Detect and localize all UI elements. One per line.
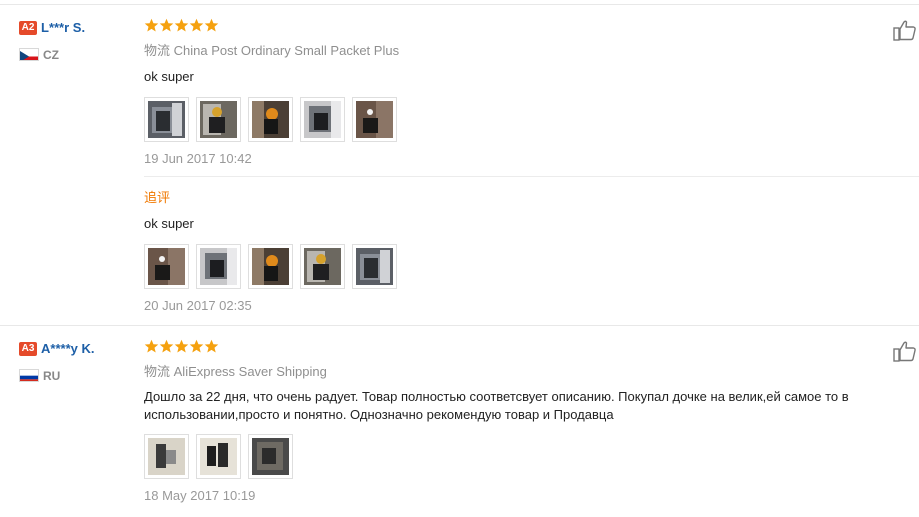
star-icon — [204, 18, 219, 32]
review-item: A3 A****y K. RU 物流 AliExpress Saver Shipp… — [0, 326, 919, 517]
review-text: Дошло за 22 дня, что очень радует. Товар… — [144, 389, 849, 422]
followup-divider — [144, 176, 919, 177]
review-date: 18 May 2017 10:19 — [144, 488, 256, 503]
review-photo-thumbnail[interactable] — [144, 434, 189, 479]
followup-text: ok super — [144, 216, 194, 231]
review-item: A2 L***r S. CZ 物流 China Post Ordinary Sma… — [0, 5, 919, 325]
review-content: 物流 AliExpress Saver Shipping Дошло за 22… — [144, 339, 904, 503]
review-photo-thumbnail[interactable] — [352, 97, 397, 142]
star-icon — [159, 18, 174, 32]
review-text: ok super — [144, 69, 194, 84]
review-photo-thumbnail[interactable] — [248, 434, 293, 479]
review-photos — [144, 97, 904, 142]
shipping-method: AliExpress Saver Shipping — [173, 364, 327, 379]
followup-date: 20 Jun 2017 02:35 — [144, 298, 252, 313]
thumbs-up-icon[interactable] — [893, 19, 917, 41]
review-content: 物流 China Post Ordinary Small Packet Plus… — [144, 18, 919, 313]
reviewer-info: A2 L***r S. CZ — [19, 19, 134, 62]
followup-label: 追评 — [144, 190, 171, 205]
country-code: CZ — [43, 47, 59, 62]
star-rating — [144, 339, 904, 357]
shipping-method: China Post Ordinary Small Packet Plus — [173, 43, 400, 58]
review-photo-thumbnail[interactable] — [144, 97, 189, 142]
level-badge: A2 — [19, 20, 37, 35]
star-icon — [174, 339, 189, 353]
review-date: 19 Jun 2017 10:42 — [144, 151, 252, 166]
star-icon — [189, 18, 204, 32]
star-icon — [159, 339, 174, 353]
review-photo-thumbnail[interactable] — [248, 244, 293, 289]
reviewer-name[interactable]: L***r S. — [41, 20, 85, 35]
star-icon — [144, 18, 159, 32]
star-icon — [204, 339, 219, 353]
review-photo-thumbnail[interactable] — [144, 244, 189, 289]
star-rating — [144, 18, 904, 36]
ru-flag-icon — [19, 369, 39, 383]
shipping-info: 物流 AliExpress Saver Shipping — [144, 361, 904, 379]
review-photo-thumbnail[interactable] — [300, 97, 345, 142]
review-photo-thumbnail[interactable] — [196, 244, 241, 289]
reviewer-info: A3 A****y K. RU — [19, 340, 134, 383]
star-icon — [144, 339, 159, 353]
cz-flag-icon — [19, 48, 39, 62]
country-code: RU — [43, 368, 61, 383]
reviewer-country: CZ — [19, 46, 134, 62]
review-photo-thumbnail[interactable] — [300, 244, 345, 289]
shipping-info: 物流 China Post Ordinary Small Packet Plus — [144, 40, 904, 58]
thumbs-up-icon[interactable] — [893, 340, 917, 362]
star-icon — [174, 18, 189, 32]
shipping-label: 物流 — [144, 43, 171, 58]
followup-photos — [144, 244, 904, 289]
reviewer-name[interactable]: A****y K. — [41, 341, 94, 356]
review-photo-thumbnail[interactable] — [196, 434, 241, 479]
review-photo-thumbnail[interactable] — [352, 244, 397, 289]
review-photos — [144, 434, 904, 479]
review-photo-thumbnail[interactable] — [248, 97, 293, 142]
review-photo-thumbnail[interactable] — [196, 97, 241, 142]
shipping-label: 物流 — [144, 364, 171, 379]
star-icon — [189, 339, 204, 353]
level-badge: A3 — [19, 341, 37, 356]
reviewer-country: RU — [19, 367, 134, 383]
